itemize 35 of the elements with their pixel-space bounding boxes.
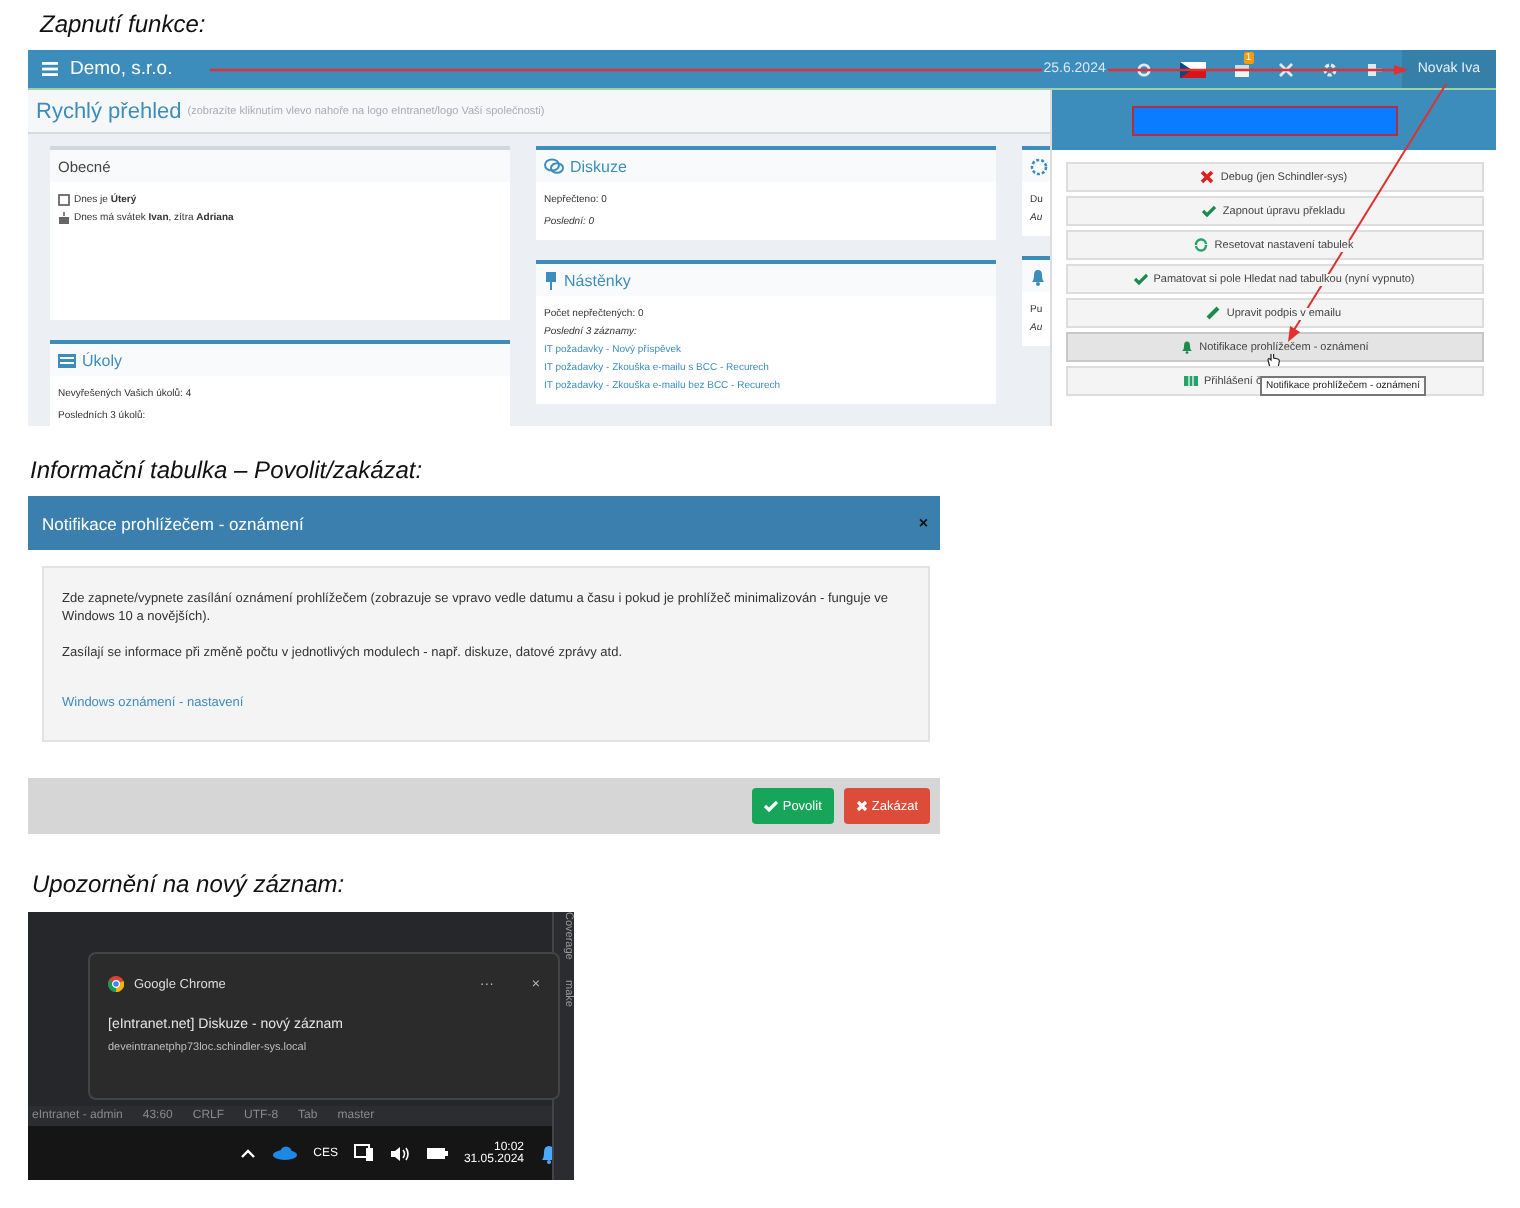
chat-icon [544,158,564,174]
card-title: Úkoly [82,351,123,369]
chevron-up-icon[interactable] [239,1148,256,1158]
company-name[interactable]: Demo, s.r.o. [70,58,173,80]
network-icon[interactable] [353,1144,374,1162]
reset-icon [1194,238,1209,252]
caption: Upozornění na nový záznam: [30,868,347,902]
page-title: Rychlý přehled [36,99,182,123]
pencil-icon [1206,306,1221,320]
close-icon [1200,170,1215,184]
bell-icon [1030,267,1046,285]
dialog-title: Notifikace prohlížečem - oznámení [42,513,304,533]
caption: Zapnutí funkce: [37,8,208,40]
flag-icon[interactable] [1179,61,1206,77]
menu-icon[interactable] [42,62,58,76]
browser-logo-icon [108,976,124,992]
cloud-icon[interactable] [271,1146,298,1160]
speaker-icon[interactable] [389,1145,410,1161]
card-title: Diskuze [570,157,627,175]
list-icon [58,353,76,367]
check-icon [1133,272,1148,286]
cake-icon [58,212,70,224]
table-icon [1184,374,1198,388]
battery-icon[interactable] [425,1146,448,1160]
close-button[interactable]: × [918,514,928,532]
check-icon [764,800,779,812]
caption: Informační tabulka – Povolit/zakázat: [28,454,425,488]
bell-icon [1179,340,1194,354]
bell-icon[interactable] [540,1143,558,1163]
settings-icon[interactable] [1321,61,1338,77]
check-icon [1202,204,1217,218]
close-icon [855,800,868,812]
spinner-icon [1030,157,1048,175]
pin-icon [544,271,558,289]
card-title: Nástěnky [564,271,631,289]
